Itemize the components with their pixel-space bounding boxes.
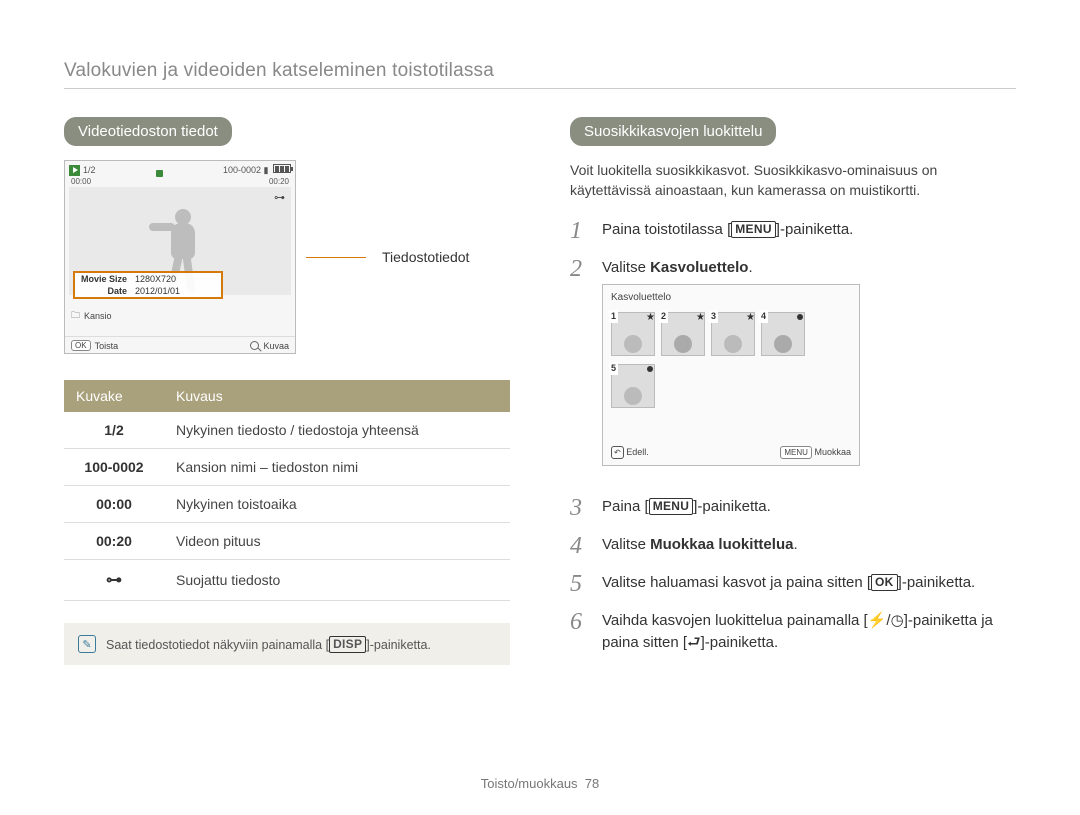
- title-divider: [64, 88, 1016, 89]
- table-row: 1/2Nykyinen tiedosto / tiedostoja yhteen…: [64, 412, 510, 449]
- play-label: Toista: [95, 341, 119, 351]
- menu-key-icon: MENU: [780, 446, 812, 460]
- table-head-icon: Kuvake: [64, 380, 164, 412]
- file-info-overlay: Movie Size1280X720 Date2012/01/01: [73, 271, 223, 299]
- table-row: 100-0002Kansion nimi – tiedoston nimi: [64, 449, 510, 486]
- ok-key-icon: OK: [71, 340, 91, 351]
- dot-icon: [797, 314, 803, 320]
- video-thumbnail: ⊶ Movie Size1280X720 Date2012/01/01: [69, 187, 291, 295]
- return-icon: ⮐: [687, 634, 701, 651]
- face-item: 3★: [711, 312, 755, 356]
- page-title: Valokuvien ja videoiden katseleminen toi…: [64, 60, 1016, 82]
- table-head-desc: Kuvaus: [164, 380, 510, 412]
- intro-text: Voit luokitella suosikkikasvot. Suosikki…: [570, 160, 1016, 201]
- face-item: 4: [761, 312, 805, 356]
- tip-text-pre: Saat tiedostotiedot näkyviin painamalla …: [106, 638, 329, 652]
- facelcd-title: Kasvoluettelo: [603, 285, 859, 308]
- step-item: Paina [MENU]-painiketta.: [570, 496, 1016, 520]
- zoom-label: Kuvaa: [263, 341, 289, 351]
- current-time: 00:00: [71, 177, 91, 186]
- menu-button-label: MENU: [649, 498, 694, 515]
- star-icon: ★: [646, 311, 655, 326]
- face-item: 1★: [611, 312, 655, 356]
- step-item: Vaihda kasvojen luokittelua painamalla […: [570, 610, 1016, 654]
- total-time: 00:20: [269, 177, 289, 186]
- section-heading-left: Videotiedoston tiedot: [64, 117, 232, 146]
- zoom-icon: [250, 341, 259, 350]
- page-footer: Toisto/muokkaus 78: [0, 776, 1080, 791]
- face-list-lcd: Kasvoluettelo 1★ 2★ 3★ 4 5 ↶: [602, 284, 860, 466]
- lock-icon: ⊶: [274, 191, 285, 204]
- step-item: Valitse haluamasi kasvot ja paina sitten…: [570, 572, 1016, 596]
- step-item: Valitse Muokkaa luokittelua.: [570, 534, 1016, 558]
- step-item: Valitse Kasvoluettelo. Kasvoluettelo 1★ …: [570, 257, 1016, 483]
- star-icon: ★: [696, 311, 705, 326]
- battery-icon: [273, 164, 291, 173]
- flash-icon: ⚡: [868, 610, 887, 632]
- tip-text-post: ]-painiketta.: [366, 638, 431, 652]
- icon-description-table: Kuvake Kuvaus 1/2Nykyinen tiedosto / tie…: [64, 380, 510, 601]
- folder-label: Kansio: [84, 311, 112, 321]
- table-row: 00:20Videon pituus: [64, 523, 510, 560]
- folder-file-number: 100-0002: [223, 165, 261, 175]
- tip-box: ✎ Saat tiedostotiedot näkyviin painamall…: [64, 623, 510, 665]
- back-icon: ↶: [611, 446, 624, 460]
- edit-label: Muokkaa: [814, 447, 851, 457]
- step-item: Paina toistotilassa [MENU]-painiketta.: [570, 219, 1016, 243]
- memory-card-icon: ▮: [264, 165, 269, 175]
- right-column: Suosikkikasvojen luokittelu Voit luokite…: [570, 117, 1016, 668]
- disp-button-label: DISP: [329, 636, 366, 653]
- section-heading-right: Suosikkikasvojen luokittelu: [570, 117, 776, 146]
- footer-section: Toisto/muokkaus: [481, 776, 578, 791]
- table-row: 00:00Nykyinen toistoaika: [64, 486, 510, 523]
- star-icon: ★: [746, 311, 755, 326]
- tip-badge-icon: ✎: [78, 635, 96, 653]
- play-icon: [69, 165, 80, 176]
- table-row: ⊶ Suojattu tiedosto: [64, 560, 510, 601]
- bold-term: Muokkaa luokittelua: [650, 536, 793, 553]
- callout-label: Tiedostotiedot: [382, 249, 469, 265]
- timer-icon: ◷: [891, 610, 904, 632]
- back-label: Edell.: [626, 447, 649, 457]
- footer-page-number: 78: [585, 776, 599, 791]
- callout-leader-line: [306, 257, 366, 258]
- lock-icon: ⊶: [106, 572, 122, 589]
- menu-button-label: MENU: [731, 221, 776, 238]
- face-item: 5: [611, 364, 655, 408]
- face-item: 2★: [661, 312, 705, 356]
- dot-icon: [647, 366, 653, 372]
- file-index: 1/2: [83, 165, 96, 175]
- bold-term: Kasvoluettelo: [650, 259, 748, 276]
- left-column: Videotiedoston tiedot 1/2 100-0002: [64, 117, 510, 668]
- ok-button-label: OK: [871, 574, 898, 591]
- video-info-lcd: 1/2 100-0002 ▮ 00:00 00:20: [64, 160, 296, 354]
- folder-icon: 🗀: [71, 308, 80, 324]
- record-dot-icon: [156, 170, 163, 177]
- steps-list: Paina toistotilassa [MENU]-painiketta. V…: [570, 219, 1016, 654]
